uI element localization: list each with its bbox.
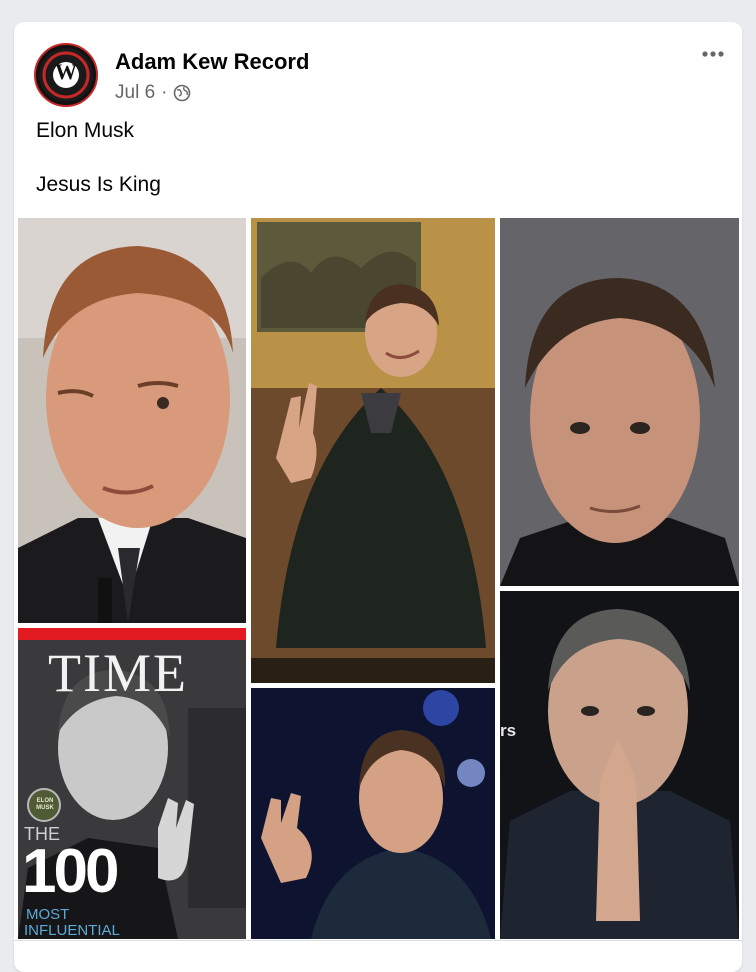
- author-name[interactable]: Adam Kew Record: [115, 49, 309, 75]
- post-text-line1: Elon Musk: [36, 119, 135, 142]
- more-options-icon[interactable]: [698, 44, 728, 64]
- photo-5[interactable]: [251, 688, 495, 939]
- post-card: W Adam Kew Record Jul 6 · Elon Musk Jesu…: [14, 22, 742, 972]
- photo-1[interactable]: [18, 218, 246, 623]
- photo-4-time-cover[interactable]: TIME ELON MUSK THE 100 MOST INFLUENTIAL: [18, 628, 246, 939]
- time-cover-influential: INFLUENTIAL: [24, 922, 120, 939]
- globe-icon: [173, 84, 191, 102]
- photo-6[interactable]: rs: [500, 591, 739, 939]
- time-badge: ELON MUSK: [36, 798, 54, 811]
- photo-6-fragment-text: rs: [500, 721, 517, 740]
- author-avatar[interactable]: W: [34, 43, 98, 107]
- post-meta: Jul 6 ·: [115, 82, 191, 104]
- meta-separator: ·: [161, 82, 168, 103]
- photo-2[interactable]: [251, 218, 495, 683]
- time-cover-most: MOST: [26, 906, 70, 923]
- post-date[interactable]: Jul 6: [115, 82, 155, 104]
- time-cover-100: 100: [22, 837, 119, 906]
- post-text: Elon Musk Jesus Is King: [36, 117, 161, 198]
- time-masthead: TIME: [48, 643, 188, 703]
- post-text-line2: Jesus Is King: [36, 173, 161, 196]
- avatar-letter: W: [55, 59, 77, 84]
- card-divider: [14, 940, 742, 941]
- photo-3[interactable]: [500, 218, 739, 586]
